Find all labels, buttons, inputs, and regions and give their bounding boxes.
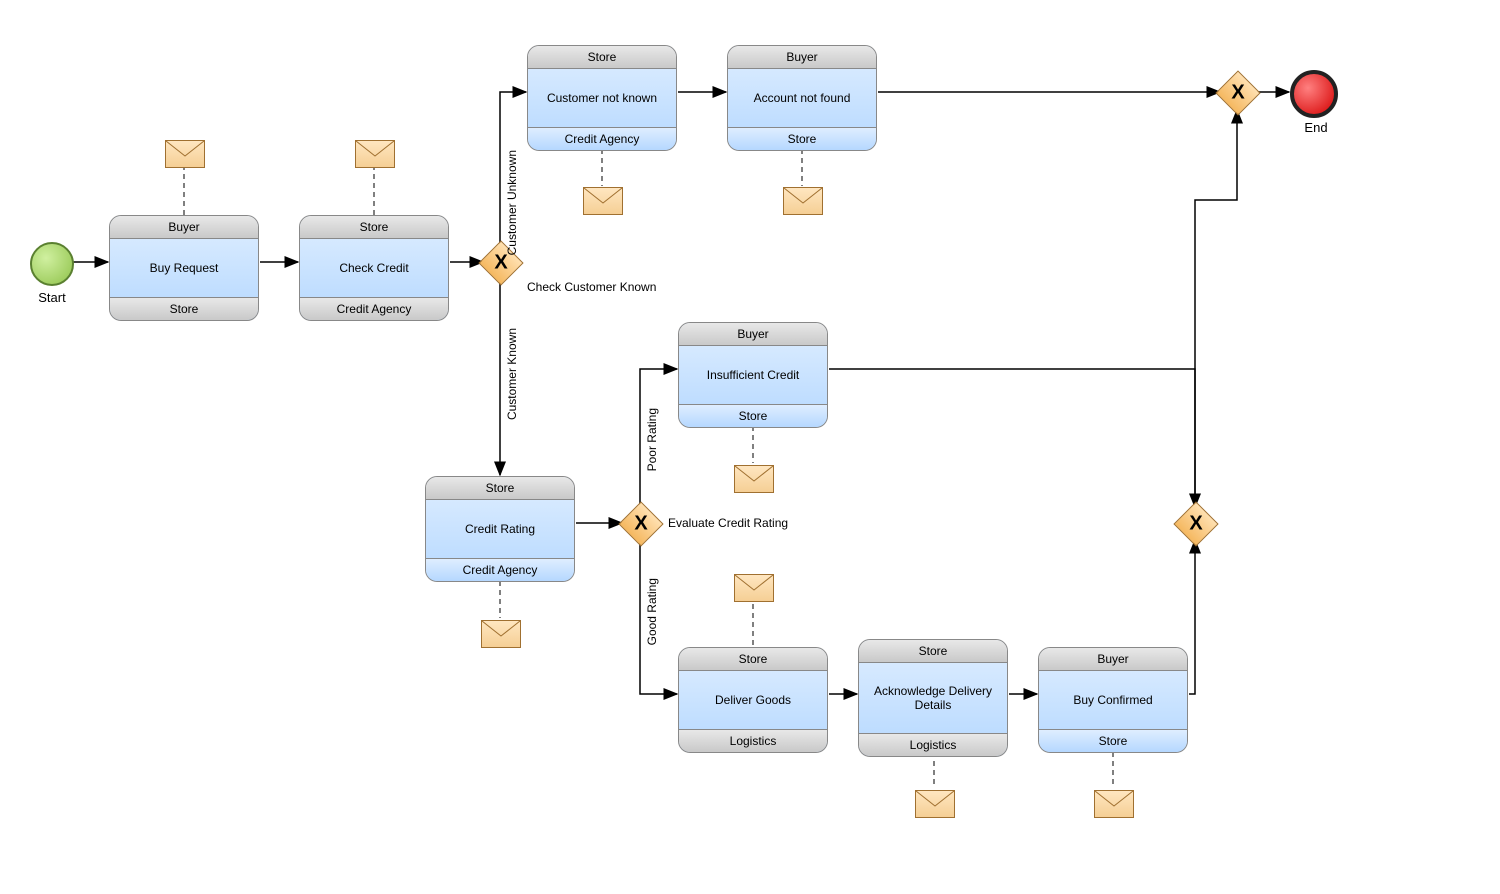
task-foot: Credit Agency (528, 127, 676, 150)
task-head: Store (426, 477, 574, 500)
task-head: Store (528, 46, 676, 69)
gateway-label: Evaluate Credit Rating (668, 516, 788, 530)
task-foot: Store (1039, 729, 1187, 752)
task-credit-rating: Store Credit Rating Credit Agency (425, 476, 575, 582)
end-label: End (1296, 120, 1336, 135)
task-foot: Logistics (859, 733, 1007, 756)
task-head: Buyer (110, 216, 258, 239)
task-body: Account not found (728, 69, 876, 127)
task-body: Customer not known (528, 69, 676, 127)
task-body: Acknowledge Delivery Details (859, 663, 1007, 733)
task-buy-confirmed: Buyer Buy Confirmed Store (1038, 647, 1188, 753)
edge-label-good-rating: Good Rating (645, 578, 659, 645)
start-label: Start (32, 290, 72, 305)
task-foot: Store (110, 297, 258, 320)
gateway-label: Check Customer Known (527, 280, 656, 294)
task-head: Store (300, 216, 448, 239)
message-icon (355, 140, 395, 168)
task-body: Credit Rating (426, 500, 574, 558)
task-head: Store (679, 648, 827, 671)
task-account-not-found: Buyer Account not found Store (727, 45, 877, 151)
task-head: Store (859, 640, 1007, 663)
message-icon (165, 140, 205, 168)
edge-label-poor-rating: Poor Rating (645, 408, 659, 471)
task-foot: Credit Agency (300, 297, 448, 320)
message-icon (1094, 790, 1134, 818)
task-acknowledge-delivery: Store Acknowledge Delivery Details Logis… (858, 639, 1008, 757)
task-foot: Store (728, 127, 876, 150)
task-head: Buyer (679, 323, 827, 346)
task-body: Check Credit (300, 239, 448, 297)
task-customer-not-known: Store Customer not known Credit Agency (527, 45, 677, 151)
message-icon (915, 790, 955, 818)
message-icon (783, 187, 823, 215)
task-head: Buyer (728, 46, 876, 69)
task-foot: Logistics (679, 729, 827, 752)
edge-label-customer-unknown: Customer Unknown (505, 150, 519, 255)
message-icon (583, 187, 623, 215)
task-foot: Credit Agency (426, 558, 574, 581)
message-icon (734, 574, 774, 602)
task-head: Buyer (1039, 648, 1187, 671)
task-insufficient-credit: Buyer Insufficient Credit Store (678, 322, 828, 428)
task-foot: Store (679, 404, 827, 427)
task-buy-request: Buyer Buy Request Store (109, 215, 259, 321)
task-body: Buy Confirmed (1039, 671, 1187, 729)
task-body: Deliver Goods (679, 671, 827, 729)
message-icon (734, 465, 774, 493)
task-body: Insufficient Credit (679, 346, 827, 404)
edge-label-customer-known: Customer Known (505, 328, 519, 420)
start-event (30, 242, 74, 286)
task-check-credit: Store Check Credit Credit Agency (299, 215, 449, 321)
message-icon (481, 620, 521, 648)
end-event (1290, 70, 1338, 118)
task-body: Buy Request (110, 239, 258, 297)
task-deliver-goods: Store Deliver Goods Logistics (678, 647, 828, 753)
